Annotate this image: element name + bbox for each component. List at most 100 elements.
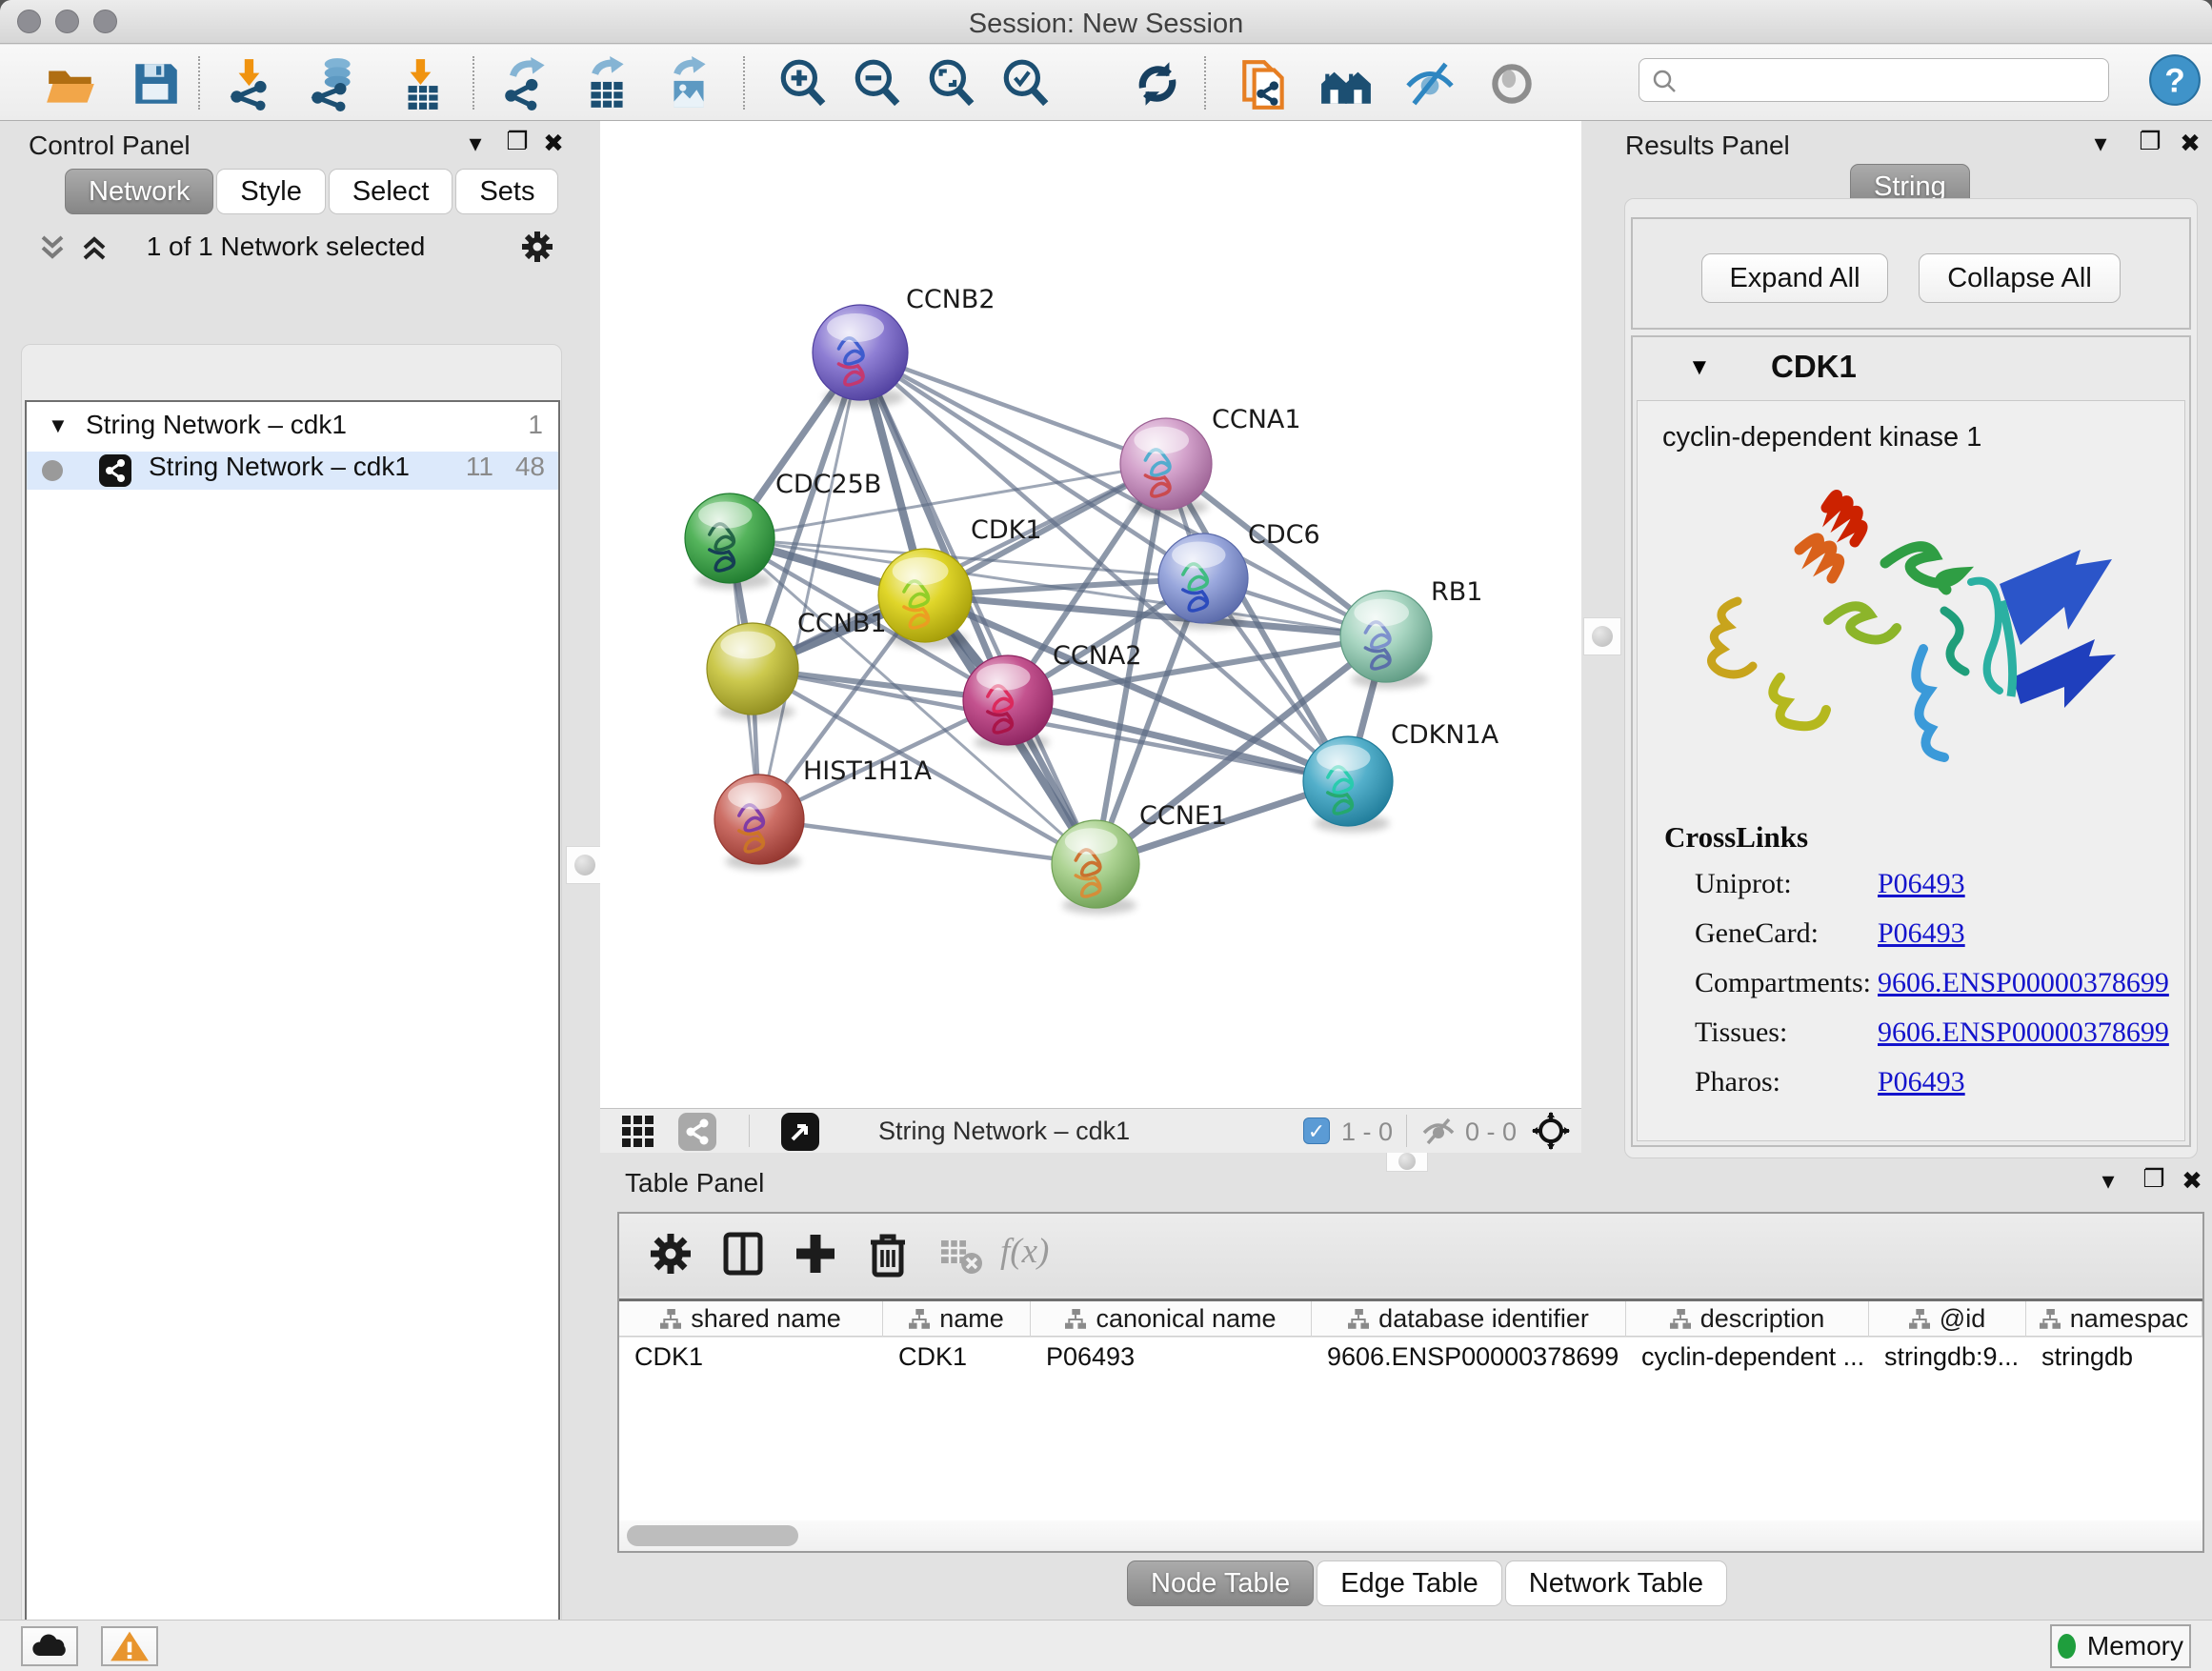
scrollbar-thumb[interactable]: [627, 1525, 798, 1546]
tab-style[interactable]: Style: [216, 169, 325, 214]
collapse-all-tree-icon[interactable]: [38, 233, 70, 262]
save-session-button[interactable]: [126, 54, 185, 113]
control-panel-close-icon[interactable]: ✖: [539, 129, 568, 157]
network-node-CDC25B[interactable]: [685, 493, 774, 590]
tab-node-table[interactable]: Node Table: [1127, 1560, 1314, 1606]
selected-checkbox-icon[interactable]: ✓: [1303, 1117, 1330, 1144]
table-panel-float-icon[interactable]: ❐: [2140, 1164, 2168, 1193]
results-panel-close-icon[interactable]: ✖: [2176, 129, 2204, 157]
network-node-HIST1H1A[interactable]: [714, 775, 804, 871]
column-header-canonical-name[interactable]: canonical name: [1031, 1301, 1312, 1337]
function-builder-fx-icon[interactable]: f(x): [1000, 1231, 1049, 1272]
add-column-plus-icon[interactable]: [791, 1229, 840, 1278]
tab-select[interactable]: Select: [329, 169, 453, 214]
zoom-selected-button[interactable]: [996, 54, 1056, 113]
collapse-all-button[interactable]: Collapse All: [1919, 253, 2121, 303]
node-label-HIST1H1A: HIST1H1A: [803, 756, 933, 786]
zoom-out-button[interactable]: [848, 54, 907, 113]
network-node-CCNB1[interactable]: [707, 623, 798, 721]
memory-button[interactable]: Memory: [2050, 1624, 2191, 1668]
network-node-CCNB2[interactable]: [813, 305, 908, 407]
network-node-RB1[interactable]: [1340, 591, 1432, 689]
open-in-window-icon[interactable]: [781, 1113, 819, 1151]
cloud-status-button[interactable]: [21, 1626, 78, 1666]
delete-column-trash-icon[interactable]: [863, 1229, 913, 1278]
import-table-from-file-button[interactable]: [392, 54, 452, 113]
tab-network-table[interactable]: Network Table: [1505, 1560, 1727, 1606]
zoom-in-button[interactable]: [774, 54, 833, 113]
tree-expand-triangle-icon[interactable]: ▼: [48, 413, 69, 438]
export-network-to-file-button[interactable]: [497, 54, 556, 113]
column-header-description[interactable]: description: [1626, 1301, 1869, 1337]
network-current-dot-icon: [42, 460, 63, 481]
table-panel-close-icon[interactable]: ✖: [2178, 1166, 2206, 1195]
open-session-button[interactable]: [42, 54, 101, 113]
help-button[interactable]: ?: [2145, 50, 2204, 110]
crosslink-link[interactable]: P06493: [1878, 868, 1965, 900]
table-cell: 9606.ENSP00000378699: [1312, 1338, 1626, 1376]
export-image-button[interactable]: [659, 54, 718, 113]
fit-crosshair-icon[interactable]: [1532, 1112, 1570, 1150]
column-header-name[interactable]: name: [883, 1301, 1031, 1337]
table-horizontal-scrollbar[interactable]: [619, 1520, 2202, 1551]
export-table-to-file-button[interactable]: [577, 54, 636, 113]
table-toolbar: f(x): [619, 1214, 2202, 1296]
left-splitter-handle[interactable]: [566, 846, 604, 884]
gene-collapse-triangle-icon[interactable]: ▼: [1688, 354, 1711, 381]
crosslink-link[interactable]: P06493: [1878, 917, 1965, 950]
network-node-CCNE1[interactable]: [1052, 820, 1139, 914]
delete-table-icon[interactable]: [935, 1229, 985, 1278]
network-collection-row[interactable]: ▼ String Network – cdk1 1: [27, 410, 558, 448]
show-columns-icon[interactable]: [718, 1229, 768, 1278]
network-view-title: String Network – cdk1: [878, 1117, 1130, 1146]
crosslink-link[interactable]: 9606.ENSP00000378699: [1878, 1017, 2169, 1049]
birds-eye-grid-icon[interactable]: [621, 1115, 655, 1149]
tab-sets[interactable]: Sets: [455, 169, 558, 214]
column-header-@id[interactable]: @id: [1869, 1301, 2026, 1337]
control-panel-float-icon[interactable]: ❐: [503, 127, 532, 155]
show-all-networks-button[interactable]: [1317, 54, 1376, 113]
show-selected-button[interactable]: [1482, 54, 1541, 113]
network-edge-HIST1H1A-CCNE1[interactable]: [759, 819, 1096, 864]
tab-network[interactable]: Network: [65, 169, 213, 214]
tab-edge-table[interactable]: Edge Table: [1317, 1560, 1502, 1606]
import-network-from-database-button[interactable]: [303, 54, 362, 113]
crosslink-link[interactable]: P06493: [1878, 1066, 1965, 1098]
string-view-icon[interactable]: [678, 1113, 716, 1151]
network-node-CCNA2[interactable]: [963, 655, 1053, 752]
table-options-gear-icon[interactable]: [646, 1229, 695, 1278]
node-label-CCNA1: CCNA1: [1212, 405, 1301, 434]
network-from-clipboard-button[interactable]: [1235, 54, 1294, 113]
results-panel-collapse-icon[interactable]: ▾: [2086, 129, 2115, 157]
control-panel-collapse-icon[interactable]: ▾: [461, 129, 490, 157]
title-bar: Session: New Session: [0, 0, 2212, 44]
hide-selected-button[interactable]: [1400, 54, 1459, 113]
expand-all-tree-icon[interactable]: [80, 233, 112, 262]
network-row-selected[interactable]: String Network – cdk1 11 48: [27, 452, 558, 490]
network-edge-count: 48: [515, 452, 545, 482]
table-panel-collapse-icon[interactable]: ▾: [2094, 1166, 2122, 1195]
column-header-namespac[interactable]: namespac: [2026, 1301, 2202, 1337]
network-node-CDKN1A[interactable]: [1303, 736, 1393, 833]
import-network-from-file-button[interactable]: [221, 54, 280, 113]
column-header-database-identifier[interactable]: database identifier: [1312, 1301, 1626, 1337]
network-view-toolbar: String Network – cdk1 ✓ 1 - 0 0 - 0: [600, 1108, 1581, 1153]
node-label-CDC25B: CDC25B: [775, 470, 881, 499]
column-header-shared-name[interactable]: shared name: [619, 1301, 883, 1337]
warnings-button[interactable]: [101, 1626, 158, 1666]
crosslink-link[interactable]: 9606.ENSP00000378699: [1878, 967, 2169, 999]
node-label-CDC6: CDC6: [1248, 520, 1320, 550]
network-options-gear-icon[interactable]: [518, 228, 556, 266]
results-panel-float-icon[interactable]: ❐: [2136, 127, 2164, 155]
refresh-view-button[interactable]: [1128, 54, 1187, 113]
network-canvas[interactable]: CCNB2CCNA1CDC25BCDK1CDC6RB1CCNB1CCNA2CDK…: [600, 121, 1581, 1108]
search-input[interactable]: [1685, 61, 2095, 97]
window-title: Session: New Session: [0, 9, 2212, 40]
toolbar-separator: [1204, 56, 1206, 110]
crosslink-label: Pharos:: [1695, 1066, 1780, 1098]
expand-all-button[interactable]: Expand All: [1701, 253, 1888, 303]
main-toolbar: ?: [0, 45, 2212, 121]
hidden-counts: 0 - 0: [1465, 1117, 1517, 1147]
hidden-eye-icon[interactable]: [1421, 1117, 1456, 1145]
zoom-fit-content-button[interactable]: [922, 54, 981, 113]
